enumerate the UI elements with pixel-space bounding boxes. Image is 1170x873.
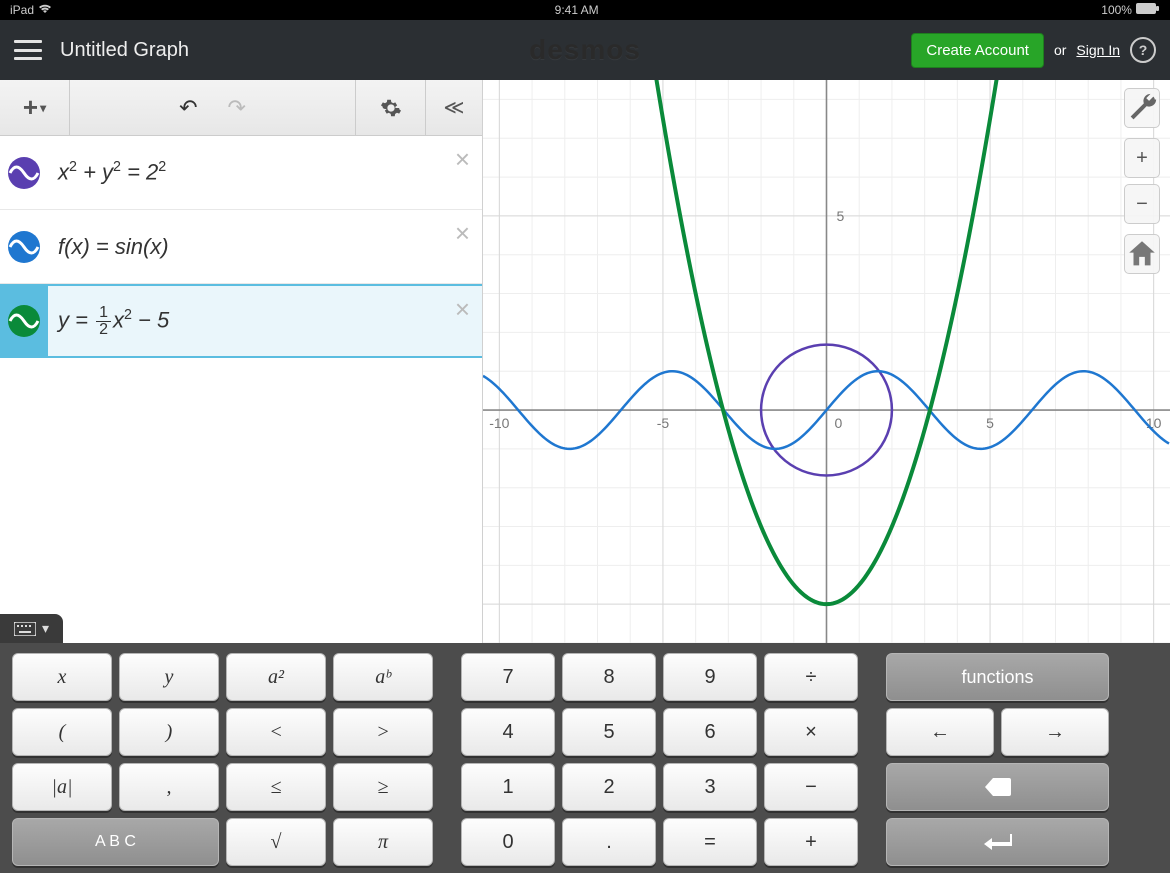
keyboard-toggle[interactable]: ▾ xyxy=(0,614,63,643)
key-y[interactable]: y xyxy=(119,653,219,701)
key-[interactable]: . xyxy=(562,818,656,866)
close-icon[interactable]: × xyxy=(455,144,470,175)
wifi-icon xyxy=(38,3,52,17)
ios-status-bar: iPad 9:41 AM 100% xyxy=(0,0,1170,20)
expression-color-handle[interactable] xyxy=(0,210,48,283)
key-[interactable]: > xyxy=(333,708,433,756)
close-icon[interactable]: × xyxy=(455,218,470,249)
battery-icon xyxy=(1136,3,1160,17)
svg-text:-5: -5 xyxy=(657,415,670,431)
sign-in-link[interactable]: Sign In xyxy=(1076,42,1120,58)
panel-toolbar: +▾ ↶ ↷ ≪ xyxy=(0,80,482,136)
zoom-out-button[interactable]: − xyxy=(1124,184,1160,224)
close-icon[interactable]: × xyxy=(455,294,470,325)
key-abc[interactable]: A B C xyxy=(12,818,219,866)
or-label: or xyxy=(1054,42,1066,58)
expression-row[interactable]: f(x) = sin(x) × xyxy=(0,210,482,284)
key-x[interactable]: x xyxy=(12,653,112,701)
key-3[interactable]: 3 xyxy=(663,763,757,811)
key-[interactable]: ) xyxy=(119,708,219,756)
expression-panel: +▾ ↶ ↷ ≪ x2 + y2 = 22×f(x) = sin(x)×y = … xyxy=(0,80,483,643)
svg-text:-10: -10 xyxy=(489,415,509,431)
key-9[interactable]: 9 xyxy=(663,653,757,701)
key-4[interactable]: 4 xyxy=(461,708,555,756)
key-[interactable]: = xyxy=(663,818,757,866)
app-header: Untitled Graph desmos Create Account or … xyxy=(0,20,1170,80)
clock: 9:41 AM xyxy=(555,3,599,17)
expression-latex[interactable]: f(x) = sin(x) xyxy=(58,234,169,260)
arrow-right-key[interactable]: → xyxy=(1001,708,1109,756)
key-[interactable]: ÷ xyxy=(764,653,858,701)
key-[interactable]: ≤ xyxy=(226,763,326,811)
zoom-in-button[interactable]: + xyxy=(1124,138,1160,178)
key-[interactable]: + xyxy=(764,818,858,866)
key-7[interactable]: 7 xyxy=(461,653,555,701)
enter-key[interactable] xyxy=(886,818,1109,866)
key-[interactable]: √ xyxy=(226,818,326,866)
key-0[interactable]: 0 xyxy=(461,818,555,866)
expression-row[interactable]: y = 12x2 − 5 × xyxy=(0,284,482,358)
undo-icon[interactable]: ↶ xyxy=(179,95,197,121)
expression-list: x2 + y2 = 22 × f(x) = sin(x) × y = 12x2 − 5 × xyxy=(0,136,482,643)
undo-redo-group: ↶ ↷ xyxy=(70,80,356,136)
redo-icon[interactable]: ↷ xyxy=(228,95,246,121)
chevron-down-icon: ▾ xyxy=(42,620,49,637)
menu-icon[interactable] xyxy=(14,40,42,60)
key-a[interactable]: aᵇ xyxy=(333,653,433,701)
expression-latex[interactable]: x2 + y2 = 22 xyxy=(58,159,166,185)
svg-text:5: 5 xyxy=(837,208,845,224)
expression-color-handle[interactable] xyxy=(0,136,48,209)
key-1[interactable]: 1 xyxy=(461,763,555,811)
desmos-logo: desmos xyxy=(529,34,641,66)
device-label: iPad xyxy=(10,3,34,17)
expression-color-handle[interactable] xyxy=(0,286,48,356)
key-6[interactable]: 6 xyxy=(663,708,757,756)
key-[interactable]: , xyxy=(119,763,219,811)
collapse-panel-icon[interactable]: ≪ xyxy=(426,80,482,136)
arrow-left-key[interactable]: ← xyxy=(886,708,994,756)
key-2[interactable]: 2 xyxy=(562,763,656,811)
help-icon[interactable]: ? xyxy=(1130,37,1156,63)
key-group-nav: functions ← → xyxy=(886,653,1109,863)
svg-text:10: 10 xyxy=(1146,415,1162,431)
key-[interactable]: − xyxy=(764,763,858,811)
expression-row[interactable]: x2 + y2 = 22 × xyxy=(0,136,482,210)
key-8[interactable]: 8 xyxy=(562,653,656,701)
home-icon[interactable] xyxy=(1124,234,1160,274)
key-[interactable]: × xyxy=(764,708,858,756)
key-[interactable]: ( xyxy=(12,708,112,756)
backspace-key[interactable] xyxy=(886,763,1109,811)
svg-text:5: 5 xyxy=(986,415,994,431)
wrench-icon[interactable] xyxy=(1124,88,1160,128)
document-title[interactable]: Untitled Graph xyxy=(60,39,189,62)
functions-key[interactable]: functions xyxy=(886,653,1109,701)
battery-pct: 100% xyxy=(1101,3,1132,17)
graph-canvas[interactable]: -10 -5 5 10 5 0 + − xyxy=(483,80,1170,643)
key-[interactable]: π xyxy=(333,818,433,866)
expression-latex[interactable]: y = 12x2 − 5 xyxy=(58,305,169,338)
svg-text:0: 0 xyxy=(835,415,843,431)
key-a[interactable]: |a| xyxy=(12,763,112,811)
create-account-button[interactable]: Create Account xyxy=(911,33,1044,68)
key-5[interactable]: 5 xyxy=(562,708,656,756)
key-a[interactable]: a² xyxy=(226,653,326,701)
settings-icon[interactable] xyxy=(356,80,426,136)
math-keyboard: xya²aᵇ ()<> |a|,≤≥ A B C√π 789÷ 456× 123− 0.=+… xyxy=(0,643,1170,873)
key-[interactable]: ≥ xyxy=(333,763,433,811)
key-[interactable]: < xyxy=(226,708,326,756)
add-expression-button[interactable]: +▾ xyxy=(0,80,70,136)
